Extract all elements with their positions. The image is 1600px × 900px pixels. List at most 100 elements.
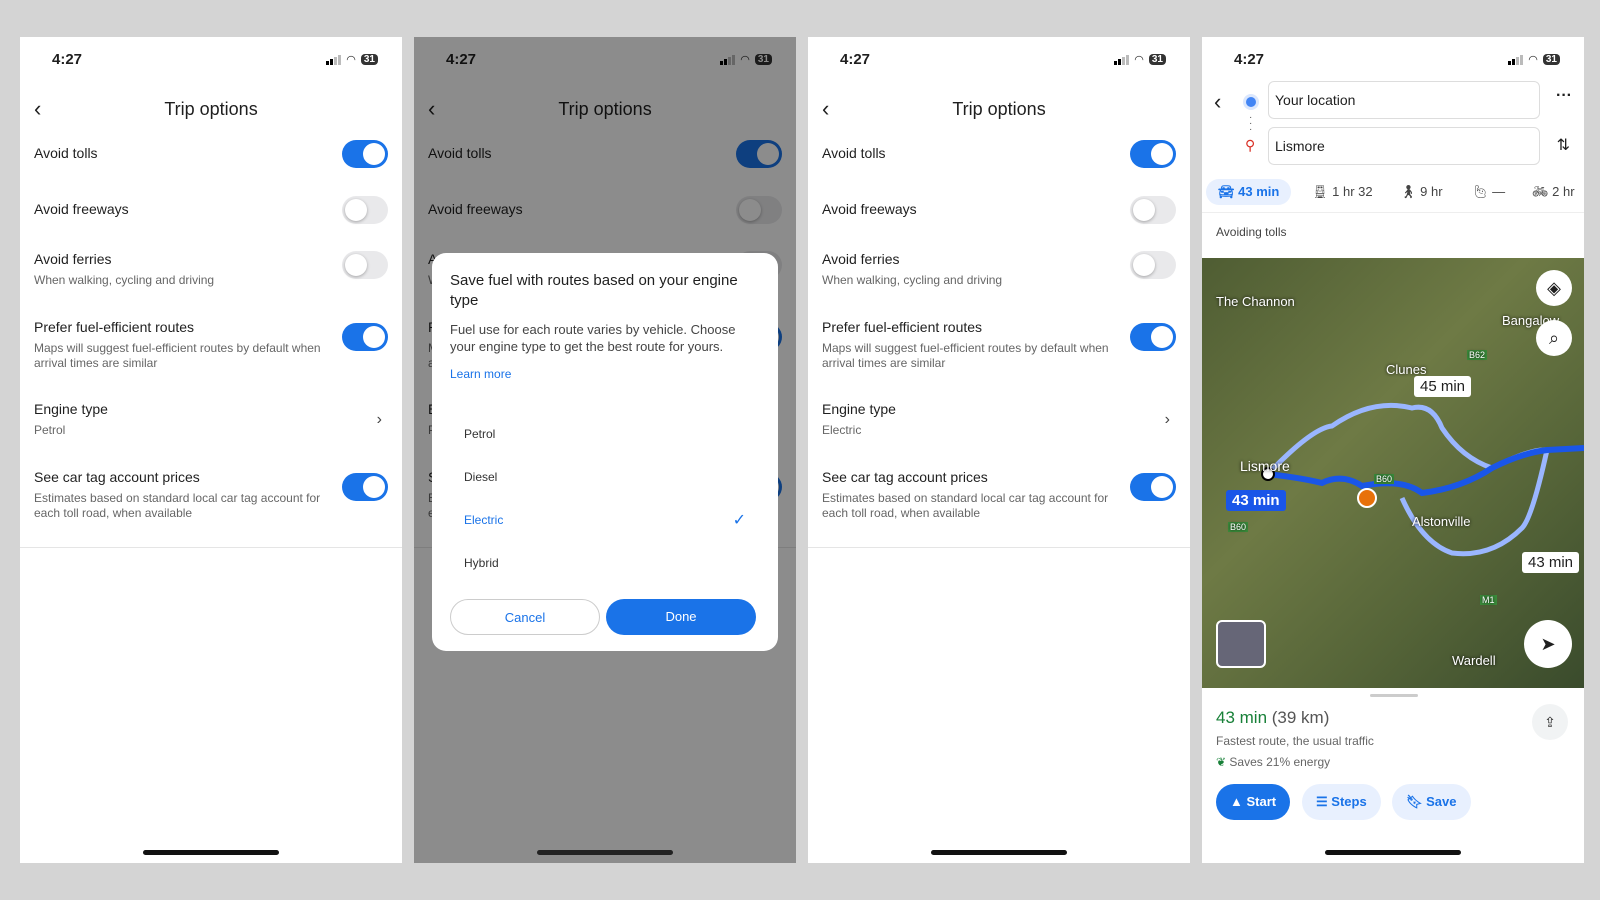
mode-walk[interactable]: 🚶︎ 9 hr	[1400, 179, 1443, 205]
toggle-car-tag-prices[interactable]	[1130, 473, 1176, 501]
ride-hail-icon: 🙋︎	[1472, 184, 1493, 199]
status-time: 4:27	[52, 51, 83, 68]
option-avoid-tolls[interactable]: Avoid tolls	[34, 140, 388, 168]
option-avoid-ferries[interactable]: Avoid ferries When walking, cycling and d…	[822, 251, 1176, 288]
option-fuel-efficient[interactable]: Prefer fuel-efficient routes Maps will su…	[822, 319, 1176, 371]
option-avoid-tolls[interactable]: Avoid tolls	[822, 140, 1176, 168]
route-chip-alt-2[interactable]: 43 min	[1522, 552, 1580, 573]
walk-icon: 🚶︎	[1400, 184, 1421, 199]
checkmark-icon: ✓	[732, 512, 746, 529]
divider	[808, 547, 1190, 548]
option-car-tag-prices[interactable]: See car tag account prices Estimates base…	[822, 469, 1176, 521]
toggle-car-tag-prices[interactable]	[342, 473, 388, 501]
wifi-icon: ◠	[1528, 54, 1538, 66]
header: ‹ Trip options	[20, 91, 402, 127]
option-label: Avoid tolls	[822, 145, 886, 161]
toggle-avoid-freeways[interactable]	[1130, 196, 1176, 224]
dialog-body: Fuel use for each route varies by vehicl…	[450, 322, 736, 354]
list-icon: ☰	[1316, 794, 1332, 809]
back-button[interactable]: ‹	[34, 91, 41, 127]
mode-bike[interactable]: 🚲︎ 2 hr	[1532, 179, 1575, 205]
option-label: Avoid freeways	[822, 201, 917, 217]
home-indicator	[143, 850, 279, 855]
start-button[interactable]: ▲ Start	[1216, 784, 1291, 820]
signal-icon	[1508, 54, 1524, 65]
save-button[interactable]: 🔖︎ Save	[1392, 784, 1471, 820]
engine-option-electric[interactable]: Electric ✓	[464, 512, 746, 529]
cancel-button[interactable]: Cancel	[450, 599, 600, 635]
origin-dot-icon	[1246, 97, 1256, 107]
road-badge: B60	[1228, 522, 1249, 532]
signal-icon	[326, 54, 342, 65]
chevron-right-icon: ›	[1164, 411, 1170, 428]
route-chip-main[interactable]: 43 min	[1226, 490, 1286, 511]
engine-type-row[interactable]: Engine type Electric ›	[822, 401, 1176, 438]
map[interactable]: The Channon Bangalow Clunes Lismore Alst…	[1202, 258, 1584, 688]
status-time: 4:27	[1234, 51, 1265, 68]
option-description: When walking, cycling and driving	[822, 273, 1003, 287]
drag-handle[interactable]	[1370, 694, 1418, 697]
engine-option-petrol[interactable]: Petrol	[464, 427, 746, 441]
bookmark-icon: 🔖︎	[1406, 794, 1427, 809]
option-fuel-efficient[interactable]: Prefer fuel-efficient routes Maps will su…	[34, 319, 388, 371]
option-avoid-freeways[interactable]: Avoid freeways	[822, 196, 1176, 224]
map-label: The Channon	[1216, 294, 1295, 309]
back-button[interactable]: ‹	[822, 91, 829, 127]
recenter-button[interactable]: ➤	[1524, 620, 1572, 668]
layers-button[interactable]: ◈	[1536, 270, 1572, 306]
trip-options-screen-petrol: 4:27 ◠ 31 ‹ Trip options Avoid tolls Avoid…	[20, 37, 402, 863]
battery-icon: 31	[1148, 54, 1166, 65]
bike-icon: 🚲︎	[1532, 184, 1553, 199]
connector-dots-icon: · · ·	[1249, 112, 1253, 135]
more-options-icon[interactable]: ···	[1556, 87, 1572, 105]
mode-drive[interactable]: 🚘︎ 43 min	[1206, 179, 1292, 205]
destination-input[interactable]: Lismore	[1268, 127, 1540, 165]
toggle-avoid-freeways[interactable]	[342, 196, 388, 224]
option-label: Prefer fuel-efficient routes	[822, 319, 983, 335]
wifi-icon: ◠	[1134, 54, 1144, 66]
done-button[interactable]: Done	[606, 599, 756, 635]
engine-type-row[interactable]: Engine type Petrol ›	[34, 401, 388, 438]
status-icons: ◠ 31	[1508, 53, 1560, 66]
mode-transit[interactable]: 🚆︎ 1 hr 32	[1312, 179, 1373, 205]
toggle-avoid-tolls[interactable]	[342, 140, 388, 168]
toggle-fuel-efficient[interactable]	[1130, 323, 1176, 351]
map-label: Wardell	[1452, 653, 1496, 668]
toggle-avoid-ferries[interactable]	[1130, 251, 1176, 279]
route-chip-alt-1[interactable]: 45 min	[1414, 376, 1472, 397]
street-view-thumbnail[interactable]	[1216, 620, 1266, 668]
engine-type-dialog: Save fuel with routes based on your engi…	[432, 253, 778, 651]
layers-icon: ◈	[1547, 278, 1561, 298]
toggle-fuel-efficient[interactable]	[342, 323, 388, 351]
option-avoid-freeways[interactable]: Avoid freeways	[34, 196, 388, 224]
map-label: Alstonville	[1412, 514, 1471, 529]
status-icons: ◠ 31	[326, 53, 378, 66]
steps-button[interactable]: ☰ Steps	[1302, 784, 1381, 820]
route-description: Fastest route, the usual traffic	[1216, 734, 1374, 748]
swap-icon[interactable]: ⇅	[1557, 135, 1570, 155]
option-car-tag-prices[interactable]: See car tag account prices Estimates base…	[34, 469, 388, 521]
map-search-button[interactable]: ⌕	[1536, 320, 1572, 356]
road-badge: B62	[1467, 350, 1488, 360]
option-description: Estimates based on standard local car ta…	[822, 491, 1109, 520]
road-badge: B60	[1374, 474, 1395, 484]
back-button[interactable]: ‹	[1214, 89, 1221, 115]
share-button[interactable]: ⇪	[1532, 704, 1568, 740]
home-indicator	[1325, 850, 1461, 855]
wifi-icon: ◠	[346, 54, 356, 66]
status-bar: 4:27 ◠ 31	[20, 51, 402, 71]
engine-option-hybrid[interactable]: Hybrid	[464, 556, 746, 570]
engine-option-diesel[interactable]: Diesel	[464, 470, 746, 484]
mode-ride-hail[interactable]: 🙋︎ —	[1472, 179, 1505, 205]
directions-screen: 4:27 ◠ 31 ‹ · · · ⚲ Your location Lismore ·…	[1202, 37, 1584, 863]
engine-type-value: Petrol	[34, 423, 66, 437]
option-label: See car tag account prices	[822, 469, 988, 485]
battery-icon: 31	[1542, 54, 1560, 65]
option-label: Engine type	[822, 401, 896, 417]
origin-input[interactable]: Your location	[1268, 81, 1540, 119]
toggle-avoid-ferries[interactable]	[342, 251, 388, 279]
option-description: Maps will suggest fuel-efficient routes …	[34, 341, 321, 370]
learn-more-link[interactable]: Learn more	[450, 367, 760, 381]
option-avoid-ferries[interactable]: Avoid ferries When walking, cycling and d…	[34, 251, 388, 288]
toggle-avoid-tolls[interactable]	[1130, 140, 1176, 168]
